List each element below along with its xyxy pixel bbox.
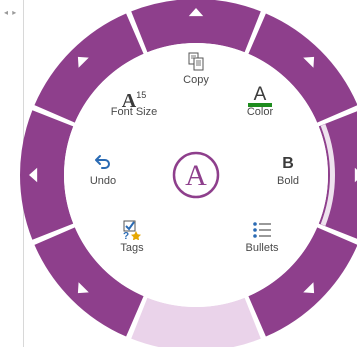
bold-icon: B — [282, 155, 294, 172]
tags-button[interactable]: ? Tags — [108, 220, 156, 255]
svg-text:?: ? — [123, 231, 129, 240]
font-size-button[interactable]: A15 Font Size — [98, 84, 170, 119]
bold-button[interactable]: B Bold — [264, 153, 312, 188]
tags-label: Tags — [120, 242, 144, 254]
undo-button[interactable]: Undo — [78, 153, 128, 188]
tags-icon: ? — [108, 220, 156, 242]
bullets-icon — [236, 220, 288, 242]
bullets-button[interactable]: Bullets — [236, 220, 288, 255]
font-color-icon: A — [232, 84, 288, 107]
font-size-icon: A15 — [98, 84, 170, 112]
font-size-label: Font Size — [110, 106, 158, 118]
radial-menu-center-button[interactable]: A — [171, 150, 221, 200]
bold-label: Bold — [276, 175, 300, 187]
copy-button[interactable]: Copy — [172, 52, 220, 87]
radial-menu-screen: ◂ ▸ Copy A15 Font Size A Color Undo B Bo… — [0, 0, 357, 347]
copy-label: Copy — [183, 74, 209, 86]
font-color-button[interactable]: A Color — [232, 84, 288, 119]
color-underline — [248, 103, 272, 107]
copy-icon — [172, 52, 220, 74]
undo-label: Undo — [89, 175, 117, 187]
color-label: Color — [246, 106, 274, 118]
font-size-superscript: 15 — [136, 90, 147, 100]
center-glyph: A — [185, 159, 207, 192]
radial-menu-center-icon: A — [172, 151, 220, 199]
undo-icon — [78, 153, 128, 175]
font-color-glyph: A — [253, 84, 267, 105]
bullets-label: Bullets — [245, 242, 279, 254]
